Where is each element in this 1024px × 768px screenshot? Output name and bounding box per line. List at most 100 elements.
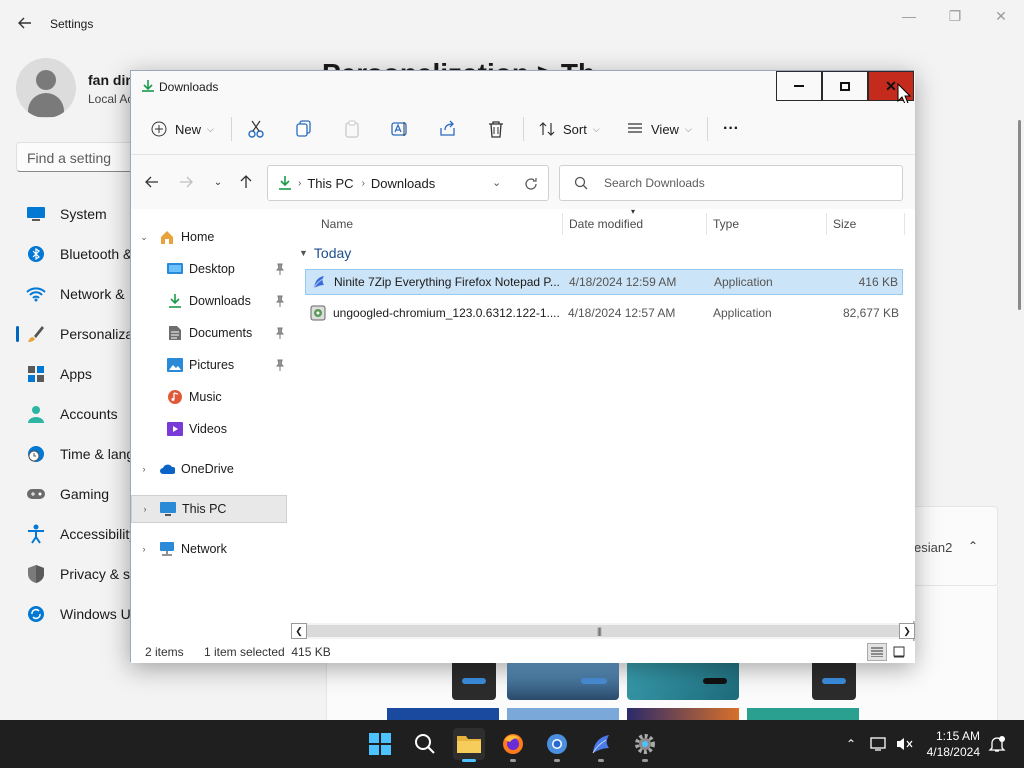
chevron-right-icon[interactable]: ›: [137, 544, 151, 554]
minimize-button[interactable]: [776, 71, 822, 101]
monitor-icon: [26, 204, 46, 224]
breadcrumb-downloads[interactable]: Downloads: [371, 176, 435, 191]
more-options-button[interactable]: ···: [723, 115, 739, 143]
new-button[interactable]: New ⌵: [151, 115, 214, 143]
pin-icon[interactable]: [275, 359, 285, 371]
column-header-size[interactable]: Size: [827, 213, 905, 235]
chevron-right-icon[interactable]: ›: [137, 464, 151, 474]
nav-pane-this-pc[interactable]: › This PC: [131, 495, 287, 523]
nav-pane-documents[interactable]: Documents: [131, 319, 287, 347]
share-button[interactable]: [439, 115, 457, 143]
pin-icon[interactable]: [275, 295, 285, 307]
chevron-down-icon[interactable]: ⌄: [137, 232, 151, 243]
cut-button[interactable]: [247, 115, 265, 143]
copy-button[interactable]: [295, 115, 313, 143]
paste-icon: [345, 120, 359, 138]
avatar[interactable]: [16, 58, 76, 118]
scrollbar-thumb[interactable]: [307, 625, 899, 637]
search-input[interactable]: Search Downloads: [559, 165, 903, 201]
view-button[interactable]: View ⌵: [627, 115, 692, 143]
chevron-right-icon[interactable]: ›: [138, 504, 152, 514]
chromium-app[interactable]: [541, 728, 573, 762]
show-hidden-icons-button[interactable]: ⌃: [842, 735, 860, 753]
chromium-icon: [547, 734, 567, 754]
volume-muted-icon[interactable]: [896, 735, 914, 753]
settings-scrollbar[interactable]: [1018, 120, 1021, 310]
search-placeholder: Search Downloads: [604, 176, 705, 190]
gear-icon: [635, 734, 655, 754]
search-icon: [415, 734, 435, 754]
file-row[interactable]: Ninite 7Zip Everything Firefox Notepad P…: [305, 269, 903, 295]
forward-button[interactable]: [177, 173, 195, 191]
chevron-up-icon[interactable]: ⌃: [968, 539, 978, 553]
start-button[interactable]: [364, 728, 396, 760]
nav-pane-home[interactable]: ⌄ Home: [131, 223, 287, 251]
arrow-up-icon: [240, 175, 252, 188]
tiles-view-button[interactable]: [889, 643, 909, 661]
nav-item-label: System: [60, 206, 107, 222]
window-title: Downloads: [159, 80, 219, 94]
network-status-icon[interactable]: [870, 735, 888, 753]
horizontal-scrollbar[interactable]: ❮ ||| ❯: [291, 623, 915, 639]
nav-pane-desktop[interactable]: Desktop: [131, 255, 287, 283]
settings-minimize-button[interactable]: —: [900, 8, 918, 26]
nav-pane-onedrive[interactable]: › OneDrive: [131, 455, 287, 483]
nav-pane-music[interactable]: Music: [131, 383, 287, 411]
theme-thumbnail[interactable]: [812, 660, 856, 700]
theme-thumbnail[interactable]: [627, 660, 739, 700]
scroll-left-icon[interactable]: ❮: [291, 623, 307, 639]
theme-thumbnail[interactable]: [507, 660, 619, 700]
wifi-icon: [26, 284, 46, 304]
pin-icon[interactable]: [275, 327, 285, 339]
paste-button[interactable]: [343, 115, 361, 143]
scroll-right-icon[interactable]: ❯: [899, 623, 915, 639]
back-arrow-icon[interactable]: [16, 14, 34, 32]
installer-icon: [309, 304, 327, 322]
nav-pane-downloads[interactable]: Downloads: [131, 287, 287, 315]
recent-locations-button[interactable]: ⌄: [209, 173, 227, 191]
pin-icon[interactable]: [275, 263, 285, 275]
details-view-button[interactable]: [867, 643, 887, 661]
minimize-icon: [794, 85, 804, 87]
search-icon: [574, 176, 588, 190]
file-explorer-app[interactable]: [453, 728, 485, 762]
nav-item-label: Accessibility: [60, 526, 137, 542]
gamepad-icon: [26, 484, 46, 504]
column-header-type[interactable]: Type: [707, 213, 827, 235]
nav-item-label: Privacy & se: [60, 566, 138, 582]
notification-icon[interactable]: [988, 735, 1006, 753]
settings-app[interactable]: [629, 728, 661, 762]
sort-button[interactable]: Sort ⌵: [539, 115, 600, 143]
rename-button[interactable]: [391, 115, 409, 143]
details-view-icon: [871, 647, 883, 657]
settings-close-button[interactable]: ✕: [992, 8, 1010, 26]
toolbar-divider: [523, 117, 524, 141]
status-bar: 2 items 1 item selected 415 KB: [131, 641, 915, 663]
nav-pane-label: Pictures: [189, 358, 235, 372]
maximize-button[interactable]: [822, 71, 868, 101]
group-header-today[interactable]: ▼ Today: [299, 245, 351, 261]
settings-maximize-button[interactable]: ❐: [946, 8, 964, 26]
file-row[interactable]: ungoogled-chromium_123.0.6312.122-1.... …: [305, 300, 903, 326]
search-button[interactable]: [409, 728, 441, 760]
address-dropdown-icon[interactable]: ⌄: [492, 176, 501, 189]
firefox-app[interactable]: [497, 728, 529, 762]
clock-time[interactable]: 1:15 AM: [936, 729, 980, 743]
explorer-titlebar[interactable]: Downloads ✕: [131, 71, 915, 105]
nav-pane-pictures[interactable]: Pictures: [131, 351, 287, 379]
nav-item-label: Bluetooth &: [60, 246, 133, 262]
nav-pane-videos[interactable]: Videos: [131, 415, 287, 443]
back-button[interactable]: [143, 173, 161, 191]
breadcrumb-this-pc[interactable]: This PC: [307, 176, 353, 191]
clock-date[interactable]: 4/18/2024: [927, 745, 980, 759]
delete-button[interactable]: [487, 115, 505, 143]
column-header-date-modified[interactable]: Date modified: [563, 213, 707, 235]
up-button[interactable]: [237, 173, 255, 191]
theme-thumbnail[interactable]: [452, 660, 496, 700]
nav-pane-network[interactable]: › Network: [131, 535, 287, 563]
column-header-name[interactable]: Name: [315, 213, 563, 235]
refresh-icon[interactable]: [524, 177, 538, 191]
chevron-down-icon: ⌄: [213, 176, 223, 188]
address-bar[interactable]: › This PC › Downloads ⌄: [267, 165, 549, 201]
ninite-app[interactable]: [585, 728, 617, 762]
